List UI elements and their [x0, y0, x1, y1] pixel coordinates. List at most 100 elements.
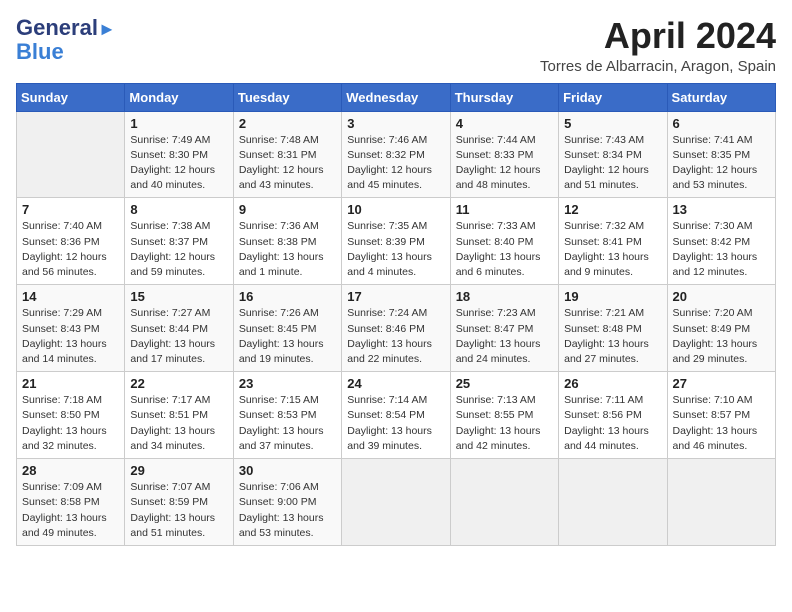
calendar-cell: 15 Sunrise: 7:27 AMSunset: 8:44 PMDayligh…	[125, 285, 233, 372]
day-info: Sunrise: 7:20 AMSunset: 8:49 PMDaylight:…	[673, 306, 770, 367]
day-info: Sunrise: 7:35 AMSunset: 8:39 PMDaylight:…	[347, 219, 444, 280]
logo-bird-icon: ►	[98, 19, 116, 39]
calendar-week-5: 28 Sunrise: 7:09 AMSunset: 8:58 PMDayligh…	[17, 459, 776, 546]
day-info: Sunrise: 7:27 AMSunset: 8:44 PMDaylight:…	[130, 306, 227, 367]
calendar-cell: 20 Sunrise: 7:20 AMSunset: 8:49 PMDayligh…	[667, 285, 775, 372]
day-number: 4	[456, 116, 553, 131]
day-info: Sunrise: 7:32 AMSunset: 8:41 PMDaylight:…	[564, 219, 661, 280]
day-info: Sunrise: 7:36 AMSunset: 8:38 PMDaylight:…	[239, 219, 336, 280]
logo: General► Blue	[16, 16, 116, 64]
day-info: Sunrise: 7:18 AMSunset: 8:50 PMDaylight:…	[22, 393, 119, 454]
day-number: 28	[22, 463, 119, 478]
calendar-cell: 13 Sunrise: 7:30 AMSunset: 8:42 PMDayligh…	[667, 198, 775, 285]
day-info: Sunrise: 7:17 AMSunset: 8:51 PMDaylight:…	[130, 393, 227, 454]
day-number: 20	[673, 289, 770, 304]
logo-text: General►	[16, 16, 116, 40]
header-wednesday: Wednesday	[342, 83, 450, 111]
calendar-cell: 27 Sunrise: 7:10 AMSunset: 8:57 PMDayligh…	[667, 372, 775, 459]
day-number: 23	[239, 376, 336, 391]
day-number: 7	[22, 202, 119, 217]
day-info: Sunrise: 7:49 AMSunset: 8:30 PMDaylight:…	[130, 133, 227, 194]
calendar-week-1: 1 Sunrise: 7:49 AMSunset: 8:30 PMDaylight…	[17, 111, 776, 198]
day-info: Sunrise: 7:33 AMSunset: 8:40 PMDaylight:…	[456, 219, 553, 280]
day-number: 14	[22, 289, 119, 304]
day-number: 13	[673, 202, 770, 217]
logo-general: General	[16, 15, 98, 40]
day-info: Sunrise: 7:30 AMSunset: 8:42 PMDaylight:…	[673, 219, 770, 280]
day-number: 1	[130, 116, 227, 131]
day-number: 6	[673, 116, 770, 131]
calendar-header-row: SundayMondayTuesdayWednesdayThursdayFrid…	[17, 83, 776, 111]
day-info: Sunrise: 7:11 AMSunset: 8:56 PMDaylight:…	[564, 393, 661, 454]
calendar-cell: 16 Sunrise: 7:26 AMSunset: 8:45 PMDayligh…	[233, 285, 341, 372]
day-info: Sunrise: 7:09 AMSunset: 8:58 PMDaylight:…	[22, 480, 119, 541]
day-number: 10	[347, 202, 444, 217]
calendar-week-2: 7 Sunrise: 7:40 AMSunset: 8:36 PMDaylight…	[17, 198, 776, 285]
calendar-cell: 12 Sunrise: 7:32 AMSunset: 8:41 PMDayligh…	[559, 198, 667, 285]
day-info: Sunrise: 7:38 AMSunset: 8:37 PMDaylight:…	[130, 219, 227, 280]
calendar-cell: 28 Sunrise: 7:09 AMSunset: 8:58 PMDayligh…	[17, 459, 125, 546]
calendar-cell: 25Sunrise: 7:13 AMSunset: 8:55 PMDayligh…	[450, 372, 558, 459]
location-subtitle: Torres de Albarracin, Aragon, Spain	[540, 58, 776, 75]
day-info: Sunrise: 7:29 AMSunset: 8:43 PMDaylight:…	[22, 306, 119, 367]
day-number: 16	[239, 289, 336, 304]
calendar-cell: 26 Sunrise: 7:11 AMSunset: 8:56 PMDayligh…	[559, 372, 667, 459]
calendar-cell	[667, 459, 775, 546]
calendar-cell: 10 Sunrise: 7:35 AMSunset: 8:39 PMDayligh…	[342, 198, 450, 285]
calendar-cell: 6 Sunrise: 7:41 AMSunset: 8:35 PMDaylight…	[667, 111, 775, 198]
calendar-cell: 11Sunrise: 7:33 AMSunset: 8:40 PMDayligh…	[450, 198, 558, 285]
day-number: 18	[456, 289, 553, 304]
day-info: Sunrise: 7:43 AMSunset: 8:34 PMDaylight:…	[564, 133, 661, 194]
day-info: Sunrise: 7:44 AMSunset: 8:33 PMDaylight:…	[456, 133, 553, 194]
header-friday: Friday	[559, 83, 667, 111]
header-saturday: Saturday	[667, 83, 775, 111]
month-title: April 2024	[540, 16, 776, 56]
calendar-cell: 5Sunrise: 7:43 AMSunset: 8:34 PMDaylight…	[559, 111, 667, 198]
day-number: 15	[130, 289, 227, 304]
day-number: 9	[239, 202, 336, 217]
day-number: 17	[347, 289, 444, 304]
calendar-cell: 21 Sunrise: 7:18 AMSunset: 8:50 PMDayligh…	[17, 372, 125, 459]
calendar-cell	[559, 459, 667, 546]
calendar-cell: 7 Sunrise: 7:40 AMSunset: 8:36 PMDaylight…	[17, 198, 125, 285]
day-info: Sunrise: 7:13 AMSunset: 8:55 PMDaylight:…	[456, 393, 553, 454]
header-sunday: Sunday	[17, 83, 125, 111]
calendar-cell: 23Sunrise: 7:15 AMSunset: 8:53 PMDayligh…	[233, 372, 341, 459]
calendar-cell: 3Sunrise: 7:46 AMSunset: 8:32 PMDaylight…	[342, 111, 450, 198]
calendar-table: SundayMondayTuesdayWednesdayThursdayFrid…	[16, 83, 776, 546]
day-info: Sunrise: 7:41 AMSunset: 8:35 PMDaylight:…	[673, 133, 770, 194]
calendar-cell	[17, 111, 125, 198]
calendar-week-3: 14 Sunrise: 7:29 AMSunset: 8:43 PMDayligh…	[17, 285, 776, 372]
day-info: Sunrise: 7:26 AMSunset: 8:45 PMDaylight:…	[239, 306, 336, 367]
calendar-cell: 29 Sunrise: 7:07 AMSunset: 8:59 PMDayligh…	[125, 459, 233, 546]
day-number: 27	[673, 376, 770, 391]
calendar-cell: 1 Sunrise: 7:49 AMSunset: 8:30 PMDaylight…	[125, 111, 233, 198]
day-info: Sunrise: 7:40 AMSunset: 8:36 PMDaylight:…	[22, 219, 119, 280]
day-number: 22	[130, 376, 227, 391]
calendar-cell	[342, 459, 450, 546]
calendar-cell: 2Sunrise: 7:48 AMSunset: 8:31 PMDaylight…	[233, 111, 341, 198]
calendar-cell: 9 Sunrise: 7:36 AMSunset: 8:38 PMDaylight…	[233, 198, 341, 285]
page-header: General► Blue April 2024 Torres de Albar…	[16, 16, 776, 75]
day-number: 26	[564, 376, 661, 391]
day-number: 12	[564, 202, 661, 217]
day-number: 29	[130, 463, 227, 478]
calendar-cell: 24Sunrise: 7:14 AMSunset: 8:54 PMDayligh…	[342, 372, 450, 459]
day-info: Sunrise: 7:23 AMSunset: 8:47 PMDaylight:…	[456, 306, 553, 367]
day-number: 8	[130, 202, 227, 217]
day-number: 21	[22, 376, 119, 391]
header-tuesday: Tuesday	[233, 83, 341, 111]
calendar-cell: 30Sunrise: 7:06 AMSunset: 9:00 PMDayligh…	[233, 459, 341, 546]
calendar-week-4: 21 Sunrise: 7:18 AMSunset: 8:50 PMDayligh…	[17, 372, 776, 459]
day-number: 2	[239, 116, 336, 131]
calendar-cell: 19Sunrise: 7:21 AMSunset: 8:48 PMDayligh…	[559, 285, 667, 372]
day-info: Sunrise: 7:07 AMSunset: 8:59 PMDaylight:…	[130, 480, 227, 541]
header-thursday: Thursday	[450, 83, 558, 111]
calendar-cell	[450, 459, 558, 546]
day-info: Sunrise: 7:10 AMSunset: 8:57 PMDaylight:…	[673, 393, 770, 454]
calendar-cell: 14 Sunrise: 7:29 AMSunset: 8:43 PMDayligh…	[17, 285, 125, 372]
logo-blue: Blue	[16, 39, 64, 64]
day-number: 24	[347, 376, 444, 391]
day-number: 19	[564, 289, 661, 304]
calendar-cell: 8 Sunrise: 7:38 AMSunset: 8:37 PMDaylight…	[125, 198, 233, 285]
